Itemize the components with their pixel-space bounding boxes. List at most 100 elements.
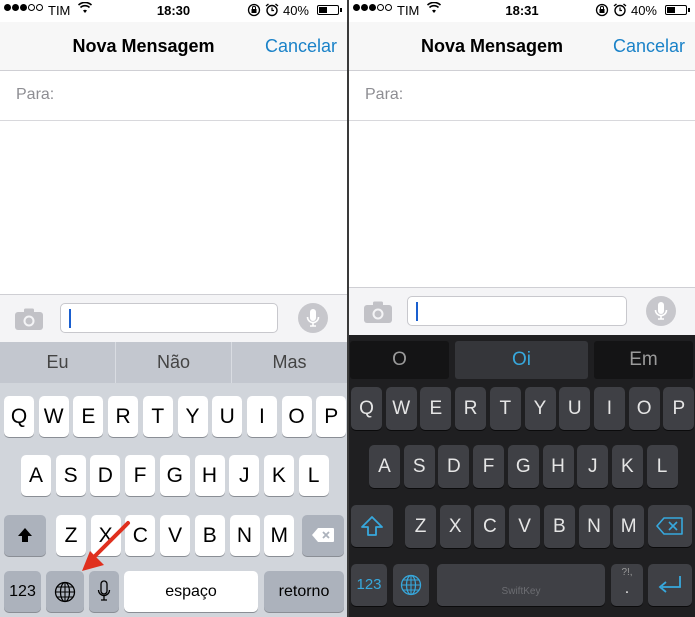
key-t[interactable]: T bbox=[489, 387, 521, 430]
globe-icon bbox=[54, 581, 76, 603]
punctuation-key[interactable]: ?!, . bbox=[611, 564, 643, 606]
microphone-icon bbox=[306, 309, 320, 327]
key-p[interactable]: P bbox=[663, 387, 695, 430]
key-g[interactable]: G bbox=[159, 455, 190, 496]
key-i[interactable]: I bbox=[593, 387, 625, 430]
key-w[interactable]: W bbox=[38, 396, 69, 437]
space-key[interactable]: SwiftKey bbox=[437, 564, 605, 606]
text-cursor bbox=[69, 309, 71, 328]
key-r[interactable]: R bbox=[455, 387, 487, 430]
key-d[interactable]: D bbox=[90, 455, 121, 496]
key-w[interactable]: W bbox=[385, 387, 417, 430]
text-cursor bbox=[416, 302, 418, 321]
key-m[interactable]: M bbox=[264, 515, 295, 556]
key-v[interactable]: V bbox=[160, 515, 191, 556]
key-s[interactable]: S bbox=[55, 455, 86, 496]
key-k[interactable]: K bbox=[263, 455, 294, 496]
cancel-button[interactable]: Cancelar bbox=[613, 36, 685, 57]
key-y[interactable]: Y bbox=[524, 387, 556, 430]
globe-key[interactable] bbox=[393, 564, 429, 606]
key-s[interactable]: S bbox=[403, 445, 435, 488]
backspace-icon bbox=[312, 528, 334, 542]
key-f[interactable]: F bbox=[473, 445, 505, 488]
message-text-field[interactable] bbox=[407, 296, 627, 326]
camera-icon[interactable] bbox=[14, 307, 44, 331]
recipient-label: Para: bbox=[16, 86, 55, 103]
prediction-2[interactable]: Oi bbox=[455, 341, 588, 379]
key-b[interactable]: B bbox=[194, 515, 225, 556]
battery-icon bbox=[317, 5, 342, 15]
key-h[interactable]: H bbox=[542, 445, 574, 488]
screen-left: TIM 18:30 40% Nova Mensagem Cancelar Par… bbox=[0, 0, 347, 617]
battery-percent: 40% bbox=[630, 3, 657, 18]
key-t[interactable]: T bbox=[142, 396, 173, 437]
key-j[interactable]: J bbox=[229, 455, 260, 496]
key-z[interactable]: Z bbox=[405, 505, 436, 548]
key-i[interactable]: I bbox=[246, 396, 277, 437]
key-g[interactable]: G bbox=[507, 445, 539, 488]
shift-key[interactable] bbox=[4, 515, 46, 556]
key-n[interactable]: N bbox=[229, 515, 260, 556]
dictation-button[interactable] bbox=[298, 303, 328, 333]
key-c[interactable]: C bbox=[474, 505, 506, 548]
cancel-button[interactable]: Cancelar bbox=[265, 36, 337, 57]
suggestion-3[interactable]: Mas bbox=[232, 342, 347, 383]
globe-icon bbox=[400, 574, 422, 596]
rotation-lock-icon bbox=[595, 3, 609, 17]
numbers-key[interactable]: 123 bbox=[4, 571, 41, 612]
suggestion-2[interactable]: Não bbox=[116, 342, 232, 383]
key-c[interactable]: C bbox=[125, 515, 156, 556]
delete-key[interactable] bbox=[648, 505, 692, 547]
prediction-1[interactable]: O bbox=[350, 341, 449, 379]
dictation-key[interactable] bbox=[89, 571, 119, 612]
recipient-field[interactable]: Para: bbox=[349, 71, 695, 121]
return-key[interactable]: retorno bbox=[264, 571, 344, 612]
prediction-3[interactable]: Em bbox=[594, 341, 693, 379]
navigation-bar: Nova Mensagem Cancelar bbox=[0, 22, 347, 71]
status-bar: TIM 18:30 40% bbox=[0, 0, 347, 22]
key-a[interactable]: A bbox=[21, 455, 51, 496]
key-m[interactable]: M bbox=[613, 505, 645, 548]
recipient-field[interactable]: Para: bbox=[0, 71, 347, 121]
globe-key[interactable] bbox=[46, 571, 84, 612]
suggestion-1[interactable]: Eu bbox=[0, 342, 116, 383]
key-o[interactable]: O bbox=[281, 396, 312, 437]
key-x[interactable]: X bbox=[90, 515, 121, 556]
message-input-bar bbox=[0, 294, 347, 343]
return-key[interactable] bbox=[648, 564, 692, 606]
message-text-field[interactable] bbox=[60, 303, 278, 333]
alarm-icon bbox=[265, 3, 279, 17]
key-p[interactable]: P bbox=[316, 396, 347, 437]
key-y[interactable]: Y bbox=[177, 396, 208, 437]
key-v[interactable]: V bbox=[509, 505, 541, 548]
numbers-key[interactable]: 123 bbox=[351, 564, 387, 606]
shift-key[interactable] bbox=[351, 505, 393, 547]
key-l[interactable]: L bbox=[298, 455, 329, 496]
key-u[interactable]: U bbox=[212, 396, 243, 437]
key-z[interactable]: Z bbox=[56, 515, 86, 556]
key-u[interactable]: U bbox=[559, 387, 591, 430]
keyboard-swiftkey: O Oi Em 123 SwiftKey ?!, . Q W E R T Y U… bbox=[349, 335, 695, 617]
delete-key[interactable] bbox=[302, 515, 344, 556]
key-j[interactable]: J bbox=[577, 445, 609, 488]
key-k[interactable]: K bbox=[611, 445, 643, 488]
key-h[interactable]: H bbox=[194, 455, 225, 496]
message-thread-area bbox=[0, 121, 347, 293]
key-o[interactable]: O bbox=[628, 387, 660, 430]
key-n[interactable]: N bbox=[578, 505, 610, 548]
key-b[interactable]: B bbox=[543, 505, 575, 548]
key-q[interactable]: Q bbox=[351, 387, 382, 430]
key-r[interactable]: R bbox=[108, 396, 139, 437]
key-l[interactable]: L bbox=[646, 445, 678, 488]
space-key[interactable]: espaço bbox=[124, 571, 258, 612]
key-q[interactable]: Q bbox=[4, 396, 34, 437]
key-f[interactable]: F bbox=[125, 455, 156, 496]
dictation-button[interactable] bbox=[646, 296, 676, 326]
key-x[interactable]: X bbox=[439, 505, 471, 548]
key-d[interactable]: D bbox=[438, 445, 470, 488]
key-e[interactable]: E bbox=[73, 396, 104, 437]
camera-icon[interactable] bbox=[363, 300, 393, 324]
key-e[interactable]: E bbox=[420, 387, 452, 430]
keyboard-ios: Eu Não Mas 123 espaço retorno QWERTYUIOP… bbox=[0, 342, 347, 617]
key-a[interactable]: A bbox=[369, 445, 400, 488]
